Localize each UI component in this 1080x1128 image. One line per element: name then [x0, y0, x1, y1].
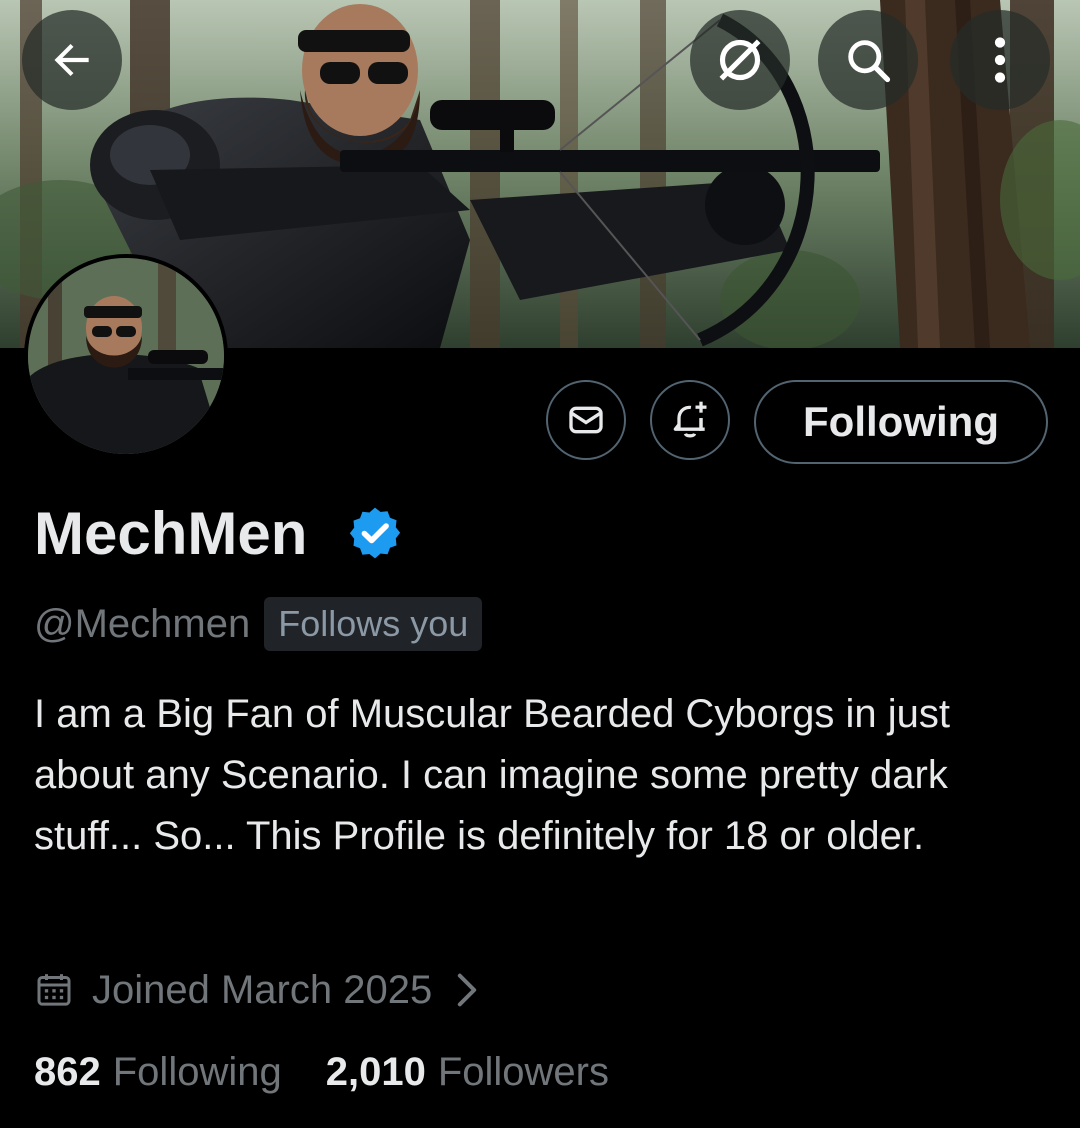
profile-bio: I am a Big Fan of Muscular Bearded Cybor… [34, 692, 950, 858]
search-button[interactable] [818, 10, 918, 110]
profile-avatar[interactable] [24, 254, 228, 458]
back-button[interactable] [22, 10, 122, 110]
joined-date-row[interactable]: Joined March 2025 [34, 962, 480, 1018]
display-name: MechMen [34, 500, 308, 567]
calendar-icon [37, 974, 71, 1006]
user-handle: @Mechmen [34, 601, 251, 646]
envelope-icon [569, 406, 603, 434]
following-count-link[interactable]: 862 Following [34, 1050, 282, 1095]
follows-you-badge: Follows you [264, 597, 483, 651]
avatar-image [28, 258, 224, 454]
more-options-button[interactable] [950, 10, 1050, 110]
follow-stats: 862 Following 2,010 Followers [34, 1050, 609, 1095]
following-label: Following [112, 1050, 282, 1094]
more-vertical-icon [994, 37, 1006, 83]
grok-button[interactable] [690, 10, 790, 110]
handle-row: @Mechmen Follows you [34, 596, 483, 652]
bell-plus-icon [673, 401, 707, 438]
message-button[interactable] [546, 380, 626, 460]
followers-count-link[interactable]: 2,010 Followers [326, 1050, 609, 1095]
verified-badge-icon[interactable] [346, 504, 404, 562]
following-count: 862 [34, 1050, 101, 1094]
grok-icon [719, 39, 761, 81]
followers-count: 2,010 [325, 1050, 426, 1094]
followers-label: Followers [437, 1050, 609, 1094]
arrow-left-icon [54, 43, 89, 77]
following-button[interactable]: Following [754, 380, 1048, 464]
search-icon [848, 40, 891, 83]
joined-date-text: Joined March 2025 [92, 967, 433, 1012]
notifications-button[interactable] [650, 380, 730, 460]
chevron-right-icon [458, 973, 477, 1007]
